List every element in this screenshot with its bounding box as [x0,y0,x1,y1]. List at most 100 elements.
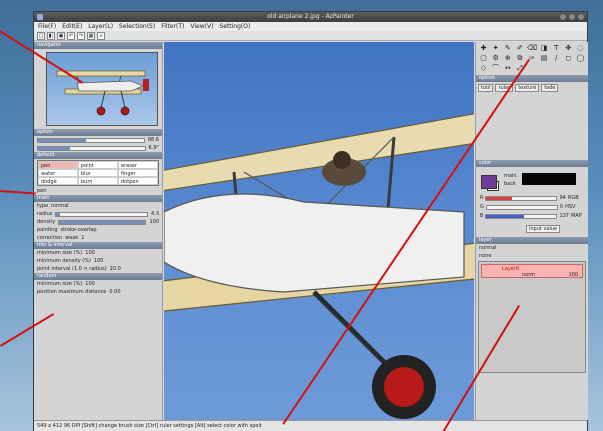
close-icon[interactable] [578,14,584,20]
r-row: R 94 RGB [480,195,579,201]
layer-name-field[interactable]: none [479,253,491,259]
undo-icon[interactable]: ↶ [67,32,75,40]
menu-edit[interactable]: Edit(E) [62,22,82,31]
star-tool-icon[interactable]: ✦ [490,44,501,53]
brush-pen[interactable]: pen [38,161,78,169]
density-value: 100 [149,219,159,225]
title-bar[interactable]: old airplane 2.jpg - AzPainter [34,12,587,22]
text-tool-icon[interactable]: T [551,44,562,53]
redo-icon[interactable]: ↷ [77,32,85,40]
tab-texture[interactable]: texture [515,84,540,92]
airplane-thumbnail-image [56,70,149,116]
brush-name: pen [37,188,47,194]
brush-dodge[interactable]: dodge [38,177,78,185]
tab-tool[interactable]: tool [478,84,494,92]
g-slider[interactable] [485,204,558,210]
painting-select[interactable]: stroke-overlap [61,227,97,233]
maximize-icon[interactable] [569,14,575,20]
b-slider[interactable] [485,213,558,219]
b-row: B 137 MAP [480,213,582,219]
min-size-row: minimum size (%) 100 [34,249,162,257]
blend-row: normal [476,244,588,252]
b-slider-fill [486,214,525,218]
menu-setting[interactable]: Setting(O) [219,22,250,31]
mode-rgb[interactable]: RGB [568,195,579,201]
navigator-header: navigator [34,42,162,49]
lasso-tool-icon[interactable]: ◌ [575,44,586,53]
layer-opacity: 100 [568,272,578,278]
correction-select[interactable]: weak [65,235,78,241]
type-select[interactable]: normal [51,203,69,209]
tool-option-tabs: tool ruler texture fade [476,82,588,94]
canvas-area[interactable] [164,42,474,420]
polygon-tool-icon[interactable]: ◇ [478,64,489,73]
ellipse-tool-icon[interactable]: ◯ [575,54,586,63]
brush-main-header: main [34,195,162,202]
fill-tool-icon[interactable]: ◨ [539,44,550,53]
input-value-button[interactable]: input value [526,225,561,233]
brush-finger[interactable]: finger [118,169,158,177]
zoom-value: 88.6 [147,137,159,143]
back-label[interactable]: back [504,181,516,187]
density-label: density [37,219,56,225]
navigator-view[interactable] [34,49,162,129]
eraser-tool-icon[interactable]: ⌫ [526,44,537,53]
stamp-tool-icon[interactable]: ⊕ [502,54,513,63]
minimize-icon[interactable] [560,14,566,20]
brush-blur[interactable]: blur [78,169,118,177]
select-tool-icon[interactable]: ▢ [478,54,489,63]
random-header: random [34,273,162,280]
tab-fade[interactable]: fade [541,84,559,92]
brush-tool-icon[interactable]: ✐ [514,44,525,53]
brush-burn[interactable]: burn [78,177,118,185]
layer-name: Layer0 [502,266,520,272]
transform-tool-icon[interactable]: ✥ [563,44,574,53]
flip-tool-icon[interactable]: ↔ [502,64,513,73]
navigator-thumbnail[interactable] [46,52,158,126]
new-icon[interactable]: □ [37,32,45,40]
line-tool-icon[interactable]: / [551,54,562,63]
blend-select[interactable]: normal [479,245,497,251]
grid-icon[interactable]: ▦ [87,32,95,40]
brush-point[interactable]: point [78,161,118,169]
zoom-slider[interactable] [37,137,145,143]
save-icon[interactable]: ▣ [57,32,65,40]
airplane-canvas-image [164,113,474,419]
tool-option-header: option [476,75,588,82]
main-label[interactable]: main [504,173,517,179]
density-slider[interactable] [58,219,147,225]
move-tool-icon[interactable]: ✚ [478,44,489,53]
copy-tool-icon[interactable]: ⧉ [514,54,525,63]
r-value: 94 [559,195,566,201]
angle-slider[interactable] [37,145,146,151]
settings-tool-icon[interactable]: ⚙ [490,54,501,63]
layer-item[interactable]: Layer0 norm 100 [481,264,583,278]
main-color-swatch[interactable] [481,175,497,189]
radius-label: radius [37,211,53,217]
point-interval-row: point interval (1.0 × radius) 20.0 [34,265,162,273]
angle-row: 6.9° [34,144,162,152]
layer-tool-icon[interactable]: ▤ [539,54,550,63]
brush-list: pen point eraser water blur finger dodge… [37,160,159,186]
type-row: type normal [34,202,162,210]
pressure-header: min & interval [34,242,162,249]
menu-file[interactable]: File(F) [38,22,56,31]
menu-view[interactable]: View(V) [190,22,213,31]
open-icon[interactable]: ◧ [47,32,55,40]
rect-tool-icon[interactable]: ◻ [563,54,574,63]
menu-selection[interactable]: Selection(S) [119,22,155,31]
brush-eraser[interactable]: eraser [118,161,158,169]
zoom-icon[interactable]: ⌕ [97,32,105,40]
brush-water[interactable]: water [38,169,78,177]
zoom-row: 88.6 [34,136,162,144]
mode-hsv[interactable]: HSV [565,204,575,210]
menu-layer[interactable]: Layer(L) [88,22,113,31]
correction-value[interactable]: 1 [81,235,84,241]
curve-tool-icon[interactable]: ⌒ [490,64,501,73]
radius-slider[interactable] [55,211,149,217]
brush-dotpen[interactable]: dotpen [118,177,158,185]
mode-map[interactable]: MAP [571,213,582,219]
r-slider[interactable] [485,195,558,201]
pen-tool-icon[interactable]: ✎ [502,44,513,53]
menu-filter[interactable]: Filter(T) [161,22,184,31]
